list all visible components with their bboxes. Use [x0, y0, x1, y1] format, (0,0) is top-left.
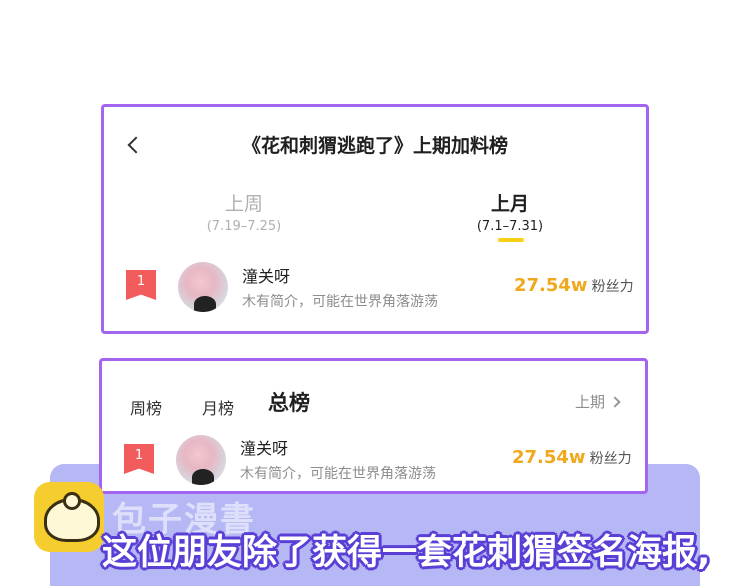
page-title: 《花和刺猬逃跑了》上期加料榜 [241, 135, 508, 157]
user-description: 木有简介，可能在世界角落游荡 [242, 294, 438, 310]
period-last-month[interactable]: 上月 (7.1–7.31) [460, 189, 560, 234]
avatar[interactable] [178, 262, 228, 312]
period-month-label: 上月 [490, 193, 529, 215]
rank-badge: 1 [126, 270, 156, 300]
user-description: 木有简介，可能在世界角落游荡 [240, 466, 436, 482]
fan-power-value: 27.54w [512, 447, 586, 468]
rank-badge: 1 [124, 444, 154, 474]
fan-power: 27.54w 粉丝力 [514, 275, 634, 296]
fan-power-value: 27.54w [514, 275, 588, 296]
chevron-right-icon [609, 396, 621, 408]
tab-weekly[interactable]: 周榜 [130, 395, 162, 419]
selected-period-indicator [498, 238, 524, 242]
period-week-range: (7.19–7.25) [206, 219, 282, 234]
user-name[interactable]: 潼关呀 [240, 435, 288, 459]
leaderboard-card: 周榜 月榜 总榜 上期 1 潼关呀 木有简介，可能在世界角落游荡 27.54w 粉… [99, 358, 648, 494]
last-period-ranking-card: 《花和刺猬逃跑了》上期加料榜 上周 (7.19–7.25) 上月 (7.1–7.… [101, 104, 649, 334]
tab-total[interactable]: 总榜 [268, 387, 310, 417]
period-week-label: 上周 [224, 193, 263, 215]
caption-text: 这位朋友除了获得一套花刺猬签名海报, [102, 533, 711, 573]
fan-power-label: 粉丝力 [589, 451, 632, 467]
baozi-logo-icon [34, 482, 104, 552]
period-month-range: (7.1–7.31) [476, 219, 544, 234]
fan-power: 27.54w 粉丝力 [512, 447, 632, 468]
previous-period-label: 上期 [574, 393, 605, 411]
tab-monthly[interactable]: 月榜 [202, 395, 234, 419]
user-name[interactable]: 潼关呀 [242, 263, 290, 287]
fan-power-label: 粉丝力 [591, 279, 634, 295]
avatar[interactable] [176, 435, 226, 485]
period-last-week[interactable]: 上周 (7.19–7.25) [194, 189, 294, 234]
previous-period-link[interactable]: 上期 [574, 391, 621, 412]
